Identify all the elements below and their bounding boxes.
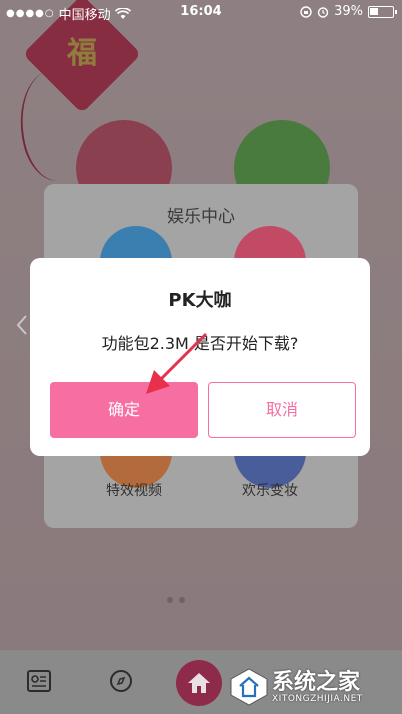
pointer-arrow-annotation [146, 332, 208, 394]
fun-makeup-label[interactable]: 欢乐变妆 [210, 480, 330, 500]
battery-percent: 39% [334, 4, 363, 19]
effects-video-label[interactable]: 特效视频 [74, 480, 194, 500]
chevron-left-icon[interactable] [16, 314, 28, 336]
dialog-title: PK大咖 [168, 290, 232, 311]
watermark-logo [230, 668, 268, 706]
home-icon [188, 673, 210, 693]
watermark-subtitle: XITONGZHIJIA.NET [272, 694, 363, 704]
watermark-title: 系统之家 [272, 670, 361, 695]
watermark: 系统之家 XITONGZHIJIA.NET [228, 662, 398, 712]
rotation-lock-icon [300, 5, 312, 18]
alarm-clock-icon [317, 6, 329, 18]
battery-icon [368, 5, 397, 18]
status-bar: ●●●●○ 中国移动 16:04 39% [0, 0, 402, 24]
compass-icon[interactable] [108, 668, 134, 694]
profile-card-icon[interactable] [26, 668, 52, 694]
home-button[interactable] [176, 660, 222, 706]
panel-title: 娱乐中心 [167, 207, 235, 227]
cancel-button[interactable]: 取消 [208, 382, 356, 438]
